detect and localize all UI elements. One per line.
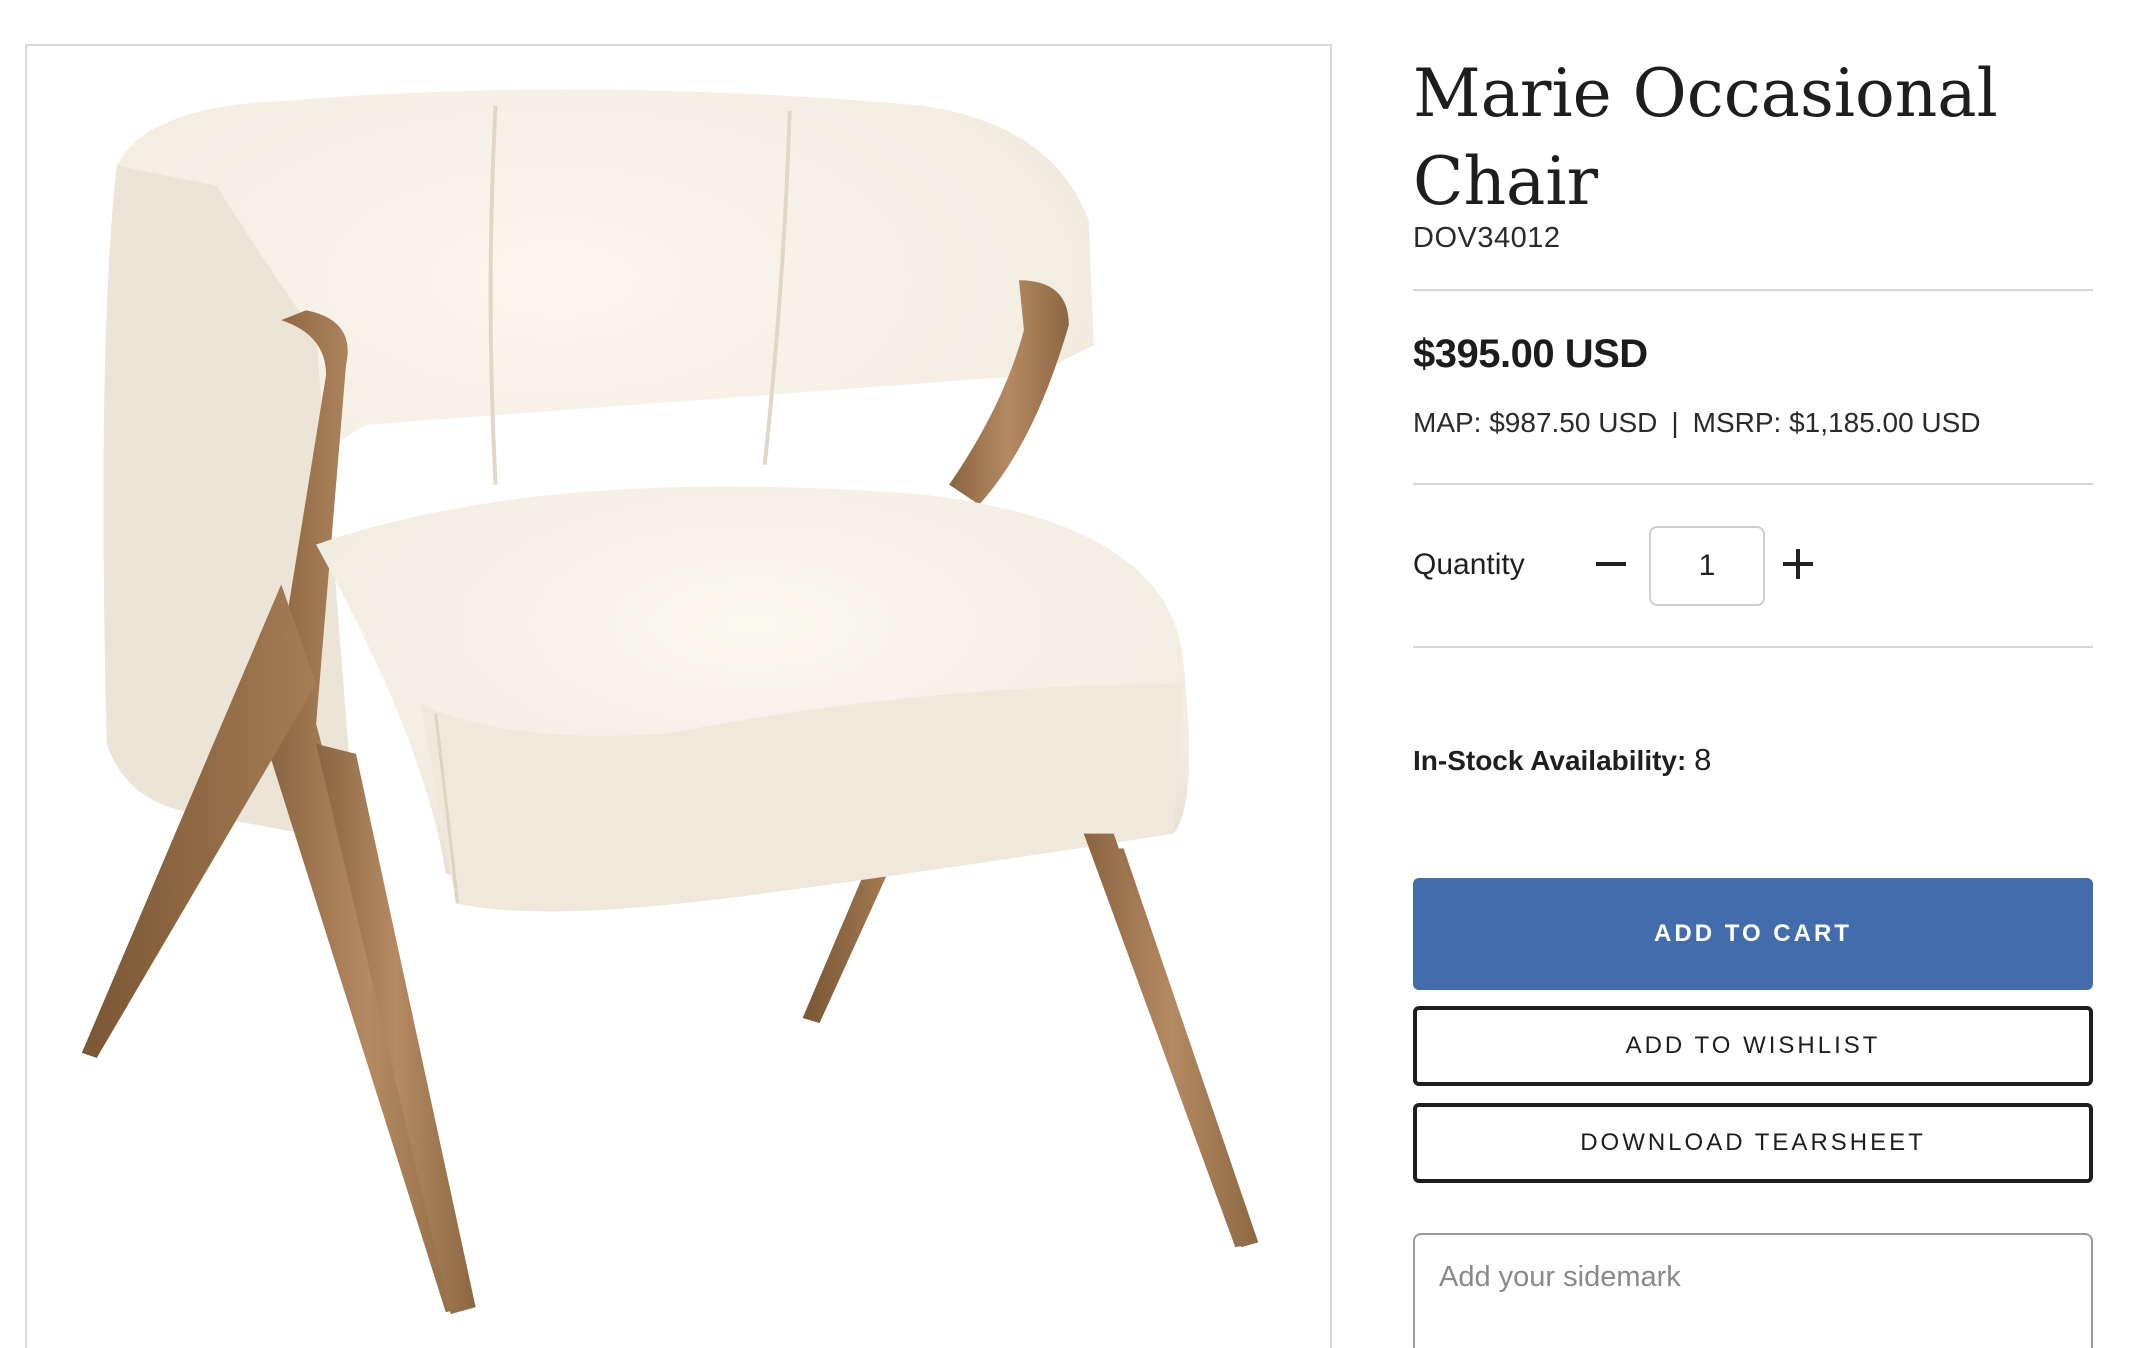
map-price: MAP: $987.50 USD [1413,407,1658,438]
add-to-cart-button[interactable]: ADD TO CART [1413,878,2093,990]
download-tearsheet-button[interactable]: DOWNLOAD TEARSHEET [1413,1103,2093,1183]
add-to-wishlist-button[interactable]: ADD TO WISHLIST [1413,1006,2093,1086]
quantity-label: Quantity [1413,548,1525,581]
product-sku: DOV34012 [1413,222,1561,254]
minus-icon [1596,562,1626,566]
product-price: $395.00 USD [1413,332,1648,376]
sidemark-input[interactable] [1413,1233,2093,1348]
quantity-decrease-button[interactable] [1583,532,1639,596]
msrp-price: MSRP: $1,185.00 USD [1692,407,1981,438]
stock-label: In-Stock Availability: [1413,745,1687,776]
quantity-increase-button[interactable] [1770,532,1826,596]
map-msrp-prices: MAP: $987.50 USD | MSRP: $1,185.00 USD [1413,407,1981,439]
stock-count: 8 [1694,742,1712,777]
divider [1413,483,2093,485]
price-separator: | [1671,407,1679,438]
quantity-input[interactable] [1649,526,1765,606]
plus-icon [1783,549,1813,579]
chair-illustration [81,89,1259,1315]
stock-availability: In-Stock Availability: 8 [1413,742,1711,778]
divider [1413,289,2093,291]
product-title: Marie Occasional Chair [1413,55,1998,220]
divider [1413,646,2093,648]
product-image[interactable] [25,44,1332,1348]
